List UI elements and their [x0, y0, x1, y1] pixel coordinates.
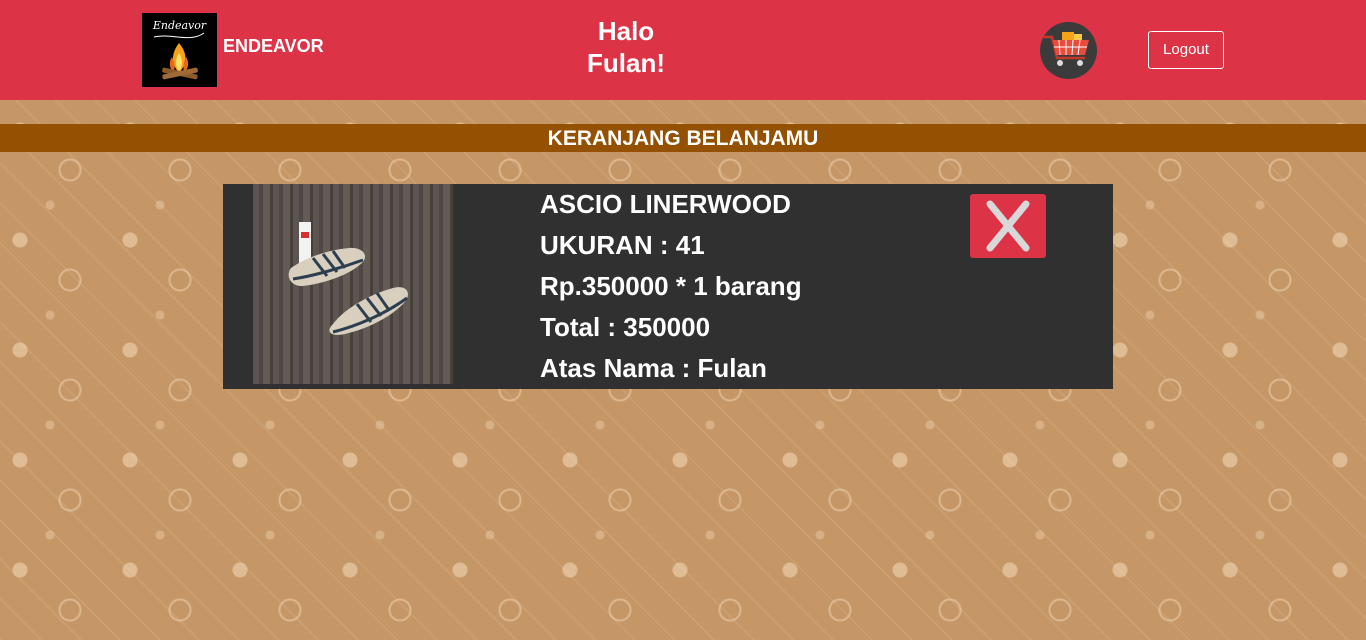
- product-size: UKURAN : 41: [540, 230, 705, 260]
- product-name: ASCIO LINERWOOD: [540, 189, 791, 219]
- greeting-line-2: Fulan!: [587, 48, 665, 78]
- shopping-cart-icon: [1042, 32, 1089, 66]
- brand-name[interactable]: ENDEAVOR: [223, 36, 324, 57]
- order-owner: Atas Nama : Fulan: [540, 353, 767, 383]
- product-total: Total : 350000: [540, 312, 711, 342]
- product-image[interactable]: [253, 184, 453, 384]
- logout-button[interactable]: Logout: [1148, 31, 1224, 69]
- campfire-icon: [153, 32, 205, 80]
- cart-item-details: ASCIO LINERWOOD UKURAN : 41 Rp.350000 * …: [540, 184, 802, 389]
- brand-logo[interactable]: Endeavor: [142, 13, 217, 87]
- top-navbar: Endeavor ENDEAVOR Halo Fulan! Logout: [0, 0, 1366, 100]
- cart-button[interactable]: [1040, 22, 1097, 79]
- cart-item-card: ASCIO LINERWOOD UKURAN : 41 Rp.350000 * …: [223, 184, 1113, 389]
- product-price: Rp.350000 * 1 barang: [540, 271, 802, 301]
- remove-item-button[interactable]: [970, 194, 1046, 258]
- page-title: KERANJANG BELANJAMU: [0, 124, 1366, 152]
- greeting-line-1: Halo: [597, 16, 655, 46]
- close-icon: [986, 200, 1030, 252]
- sneakers-photo: [288, 222, 408, 335]
- greeting: Halo Fulan!: [556, 15, 696, 79]
